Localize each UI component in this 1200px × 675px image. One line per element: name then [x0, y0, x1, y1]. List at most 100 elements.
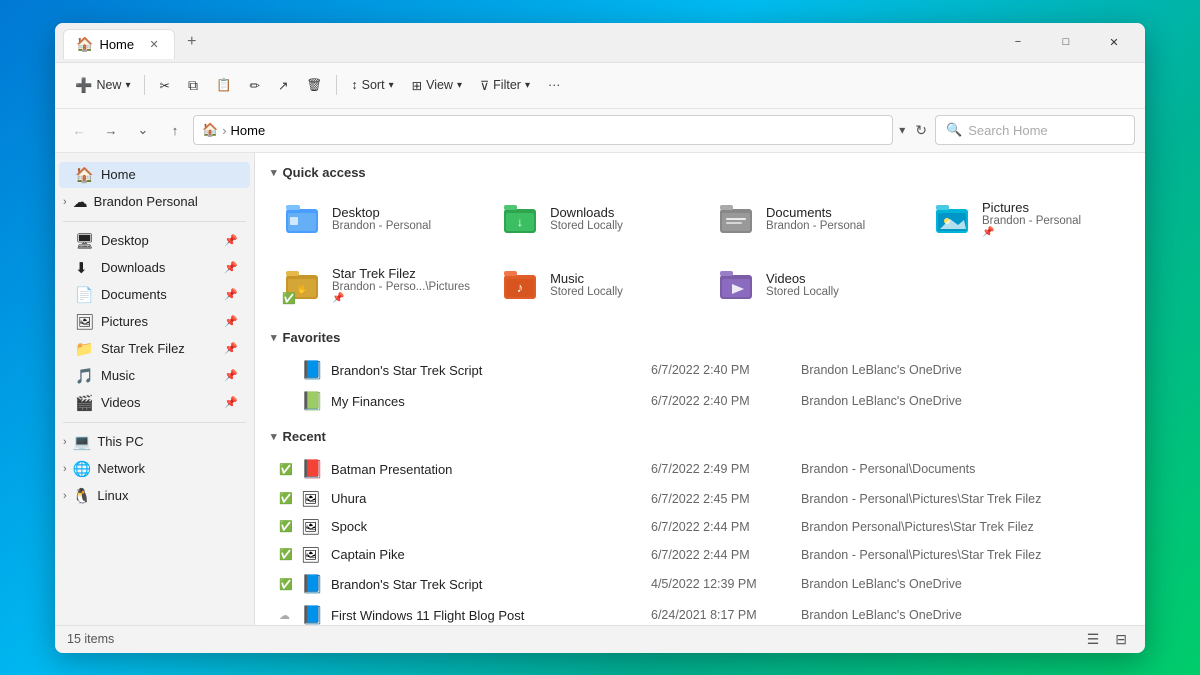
refresh-button[interactable]: ↻: [911, 118, 931, 143]
list-view-button[interactable]: ☰: [1081, 629, 1106, 650]
quick-access-label: Quick access: [283, 165, 366, 180]
maximize-button[interactable]: □: [1043, 26, 1089, 58]
title-bar: 🏠 Home ✕ + − □ ✕: [55, 23, 1145, 63]
sidebar-item-music[interactable]: 🎵 Music 📌: [59, 363, 250, 389]
recent-icon-win11blog: 📘: [301, 605, 323, 625]
recent-date-batman: 6/7/2022 2:49 PM: [651, 462, 801, 476]
recent-locations-button[interactable]: ⌄: [129, 116, 157, 144]
recent-item-startrekscript[interactable]: ✅ 📘 Brandon's Star Trek Script 4/5/2022 …: [271, 569, 1129, 600]
sidebar-group-thispc[interactable]: › 💻 This PC: [55, 429, 254, 455]
fav-item-finances[interactable]: 📗 My Finances 6/7/2022 2:40 PM Brandon L…: [271, 386, 1129, 417]
downloads-name: Downloads: [550, 205, 686, 220]
quick-access-header[interactable]: ▾ Quick access: [271, 165, 1129, 180]
toolbar-separator-1: [144, 75, 145, 95]
toolbar: ➕ New ▾ ✂ ⧉ 📋 ✏ ↗ 🗑 ↕ Sort ▾ ⊞: [55, 63, 1145, 109]
rename-button[interactable]: ✏: [242, 73, 268, 98]
copy-button[interactable]: ⧉: [180, 72, 206, 99]
startrek-info: Star Trek Filez Brandon - Perso...\Pictu…: [332, 266, 470, 304]
qa-item-music[interactable]: ♪ Music Stored Locally: [489, 256, 697, 314]
search-box[interactable]: 🔍 Search Home: [935, 115, 1135, 145]
tab-close-button[interactable]: ✕: [146, 37, 162, 53]
recent-section: ▾ Recent ✅ 📕 Batman Presentation 6/7/202…: [271, 429, 1129, 625]
recent-header[interactable]: ▾ Recent: [271, 429, 1129, 444]
recent-icon-uhura: 🖼: [301, 490, 323, 508]
favorites-header[interactable]: ▾ Favorites: [271, 330, 1129, 345]
new-tab-button[interactable]: +: [179, 29, 204, 55]
view-button[interactable]: ⊞ View ▾: [404, 73, 470, 98]
recent-date-uhura: 6/7/2022 2:45 PM: [651, 492, 801, 506]
recent-item-spock[interactable]: ✅ 🖼 Spock 6/7/2022 2:44 PM Brandon Perso…: [271, 513, 1129, 541]
downloads-sidebar-icon: ⬇: [75, 259, 93, 277]
share-button[interactable]: ↗: [270, 73, 296, 98]
recent-icon-pike: 🖼: [301, 546, 323, 564]
minimize-button[interactable]: −: [995, 26, 1041, 58]
sidebar-group-brandon[interactable]: › ☁ Brandon Personal: [55, 189, 254, 215]
sidebar-item-documents[interactable]: 📄 Documents 📌: [59, 282, 250, 308]
fav-name-1: Brandon's Star Trek Script: [331, 363, 651, 378]
fav-icon-2: 📗: [301, 391, 323, 412]
music-pin-icon: 📌: [224, 369, 238, 382]
videos-sub: Stored Locally: [766, 286, 902, 298]
sidebar-item-pictures[interactable]: 🖼 Pictures 📌: [59, 309, 250, 335]
filter-button[interactable]: ⊽ Filter ▾: [472, 73, 538, 98]
pictures-info: Pictures Brandon - Personal 📌: [982, 200, 1118, 238]
cut-button[interactable]: ✂: [151, 73, 177, 98]
path-home-icon: 🏠: [202, 122, 218, 138]
startrek-name: Star Trek Filez: [332, 266, 470, 281]
new-button[interactable]: ➕ New ▾: [67, 72, 138, 99]
paste-button[interactable]: 📋: [208, 73, 240, 98]
recent-status-spock: ✅: [279, 520, 295, 533]
desktop-info: Desktop Brandon - Personal: [332, 205, 470, 232]
address-dropdown-button[interactable]: ▾: [899, 123, 905, 137]
qa-item-desktop[interactable]: Desktop Brandon - Personal: [271, 190, 481, 248]
sidebar-item-desktop[interactable]: 🖥 Desktop 📌: [59, 228, 250, 254]
path-separator: ›: [222, 123, 226, 138]
fav-location-1: Brandon LeBlanc's OneDrive: [801, 363, 1121, 377]
qa-item-startrek[interactable]: ✅ 🖖 Star Trek Filez Brandon - Perso...\P…: [271, 256, 481, 314]
qa-item-videos[interactable]: Videos Stored Locally: [705, 256, 913, 314]
favorites-section: ▾ Favorites 📘 Brandon's Star Trek Script…: [271, 330, 1129, 417]
sidebar-item-startrek[interactable]: 📁 Star Trek Filez 📌: [59, 336, 250, 362]
sidebar-item-downloads[interactable]: ⬇ Downloads 📌: [59, 255, 250, 281]
details-view-button[interactable]: ⊟: [1109, 629, 1133, 650]
sort-button[interactable]: ↕ Sort ▾: [343, 73, 401, 97]
delete-button[interactable]: 🗑: [299, 73, 331, 98]
fav-location-2: Brandon LeBlanc's OneDrive: [801, 394, 1121, 408]
sidebar-item-home[interactable]: 🏠 Home: [59, 162, 250, 188]
home-tab[interactable]: 🏠 Home ✕: [63, 29, 175, 59]
sidebar-item-videos[interactable]: 🎬 Videos 📌: [59, 390, 250, 416]
network-icon: 🌐: [73, 460, 92, 478]
close-button[interactable]: ✕: [1091, 26, 1137, 58]
more-button[interactable]: ···: [540, 73, 569, 97]
sidebar-divider-1: [63, 221, 246, 222]
downloads-pin-icon: 📌: [224, 261, 238, 274]
forward-button[interactable]: →: [97, 116, 125, 144]
linux-icon: 🐧: [73, 487, 92, 505]
recent-item-win11blog[interactable]: ☁ 📘 First Windows 11 Flight Blog Post 6/…: [271, 600, 1129, 625]
qa-item-downloads[interactable]: ↓ Downloads Stored Locally: [489, 190, 697, 248]
up-button[interactable]: ↑: [161, 116, 189, 144]
recent-location-uhura: Brandon - Personal\Pictures\Star Trek Fi…: [801, 492, 1121, 506]
recent-icon-batman: 📕: [301, 459, 323, 480]
qa-item-documents[interactable]: Documents Brandon - Personal: [705, 190, 913, 248]
address-bar: ← → ⌄ ↑ 🏠 › Home ▾ ↻ 🔍 Search Home: [55, 109, 1145, 153]
quick-access-grid: Desktop Brandon - Personal ↓: [271, 190, 1129, 314]
recent-item-uhura[interactable]: ✅ 🖼 Uhura 6/7/2022 2:45 PM Brandon - Per…: [271, 485, 1129, 513]
qa-item-pictures[interactable]: Pictures Brandon - Personal 📌: [921, 190, 1129, 248]
recent-label: Recent: [283, 429, 326, 444]
tab-home-icon: 🏠: [76, 36, 93, 53]
sidebar-network-label: Network: [97, 461, 145, 476]
recent-item-batman[interactable]: ✅ 📕 Batman Presentation 6/7/2022 2:49 PM…: [271, 454, 1129, 485]
recent-location-pike: Brandon - Personal\Pictures\Star Trek Fi…: [801, 548, 1121, 562]
address-path[interactable]: 🏠 › Home: [193, 115, 893, 145]
filter-icon: ⊽: [480, 78, 489, 93]
videos-folder-icon: [716, 265, 756, 305]
back-button[interactable]: ←: [65, 116, 93, 144]
sidebar-group-network[interactable]: › 🌐 Network: [55, 456, 254, 482]
sidebar-documents-label: Documents: [101, 287, 167, 302]
pictures-pin-icon: 📌: [224, 315, 238, 328]
fav-item-startrekscrpt[interactable]: 📘 Brandon's Star Trek Script 6/7/2022 2:…: [271, 355, 1129, 386]
sidebar-group-linux[interactable]: › 🐧 Linux: [55, 483, 254, 509]
new-dropdown-icon: ▾: [125, 80, 130, 91]
recent-item-pike[interactable]: ✅ 🖼 Captain Pike 6/7/2022 2:44 PM Brando…: [271, 541, 1129, 569]
